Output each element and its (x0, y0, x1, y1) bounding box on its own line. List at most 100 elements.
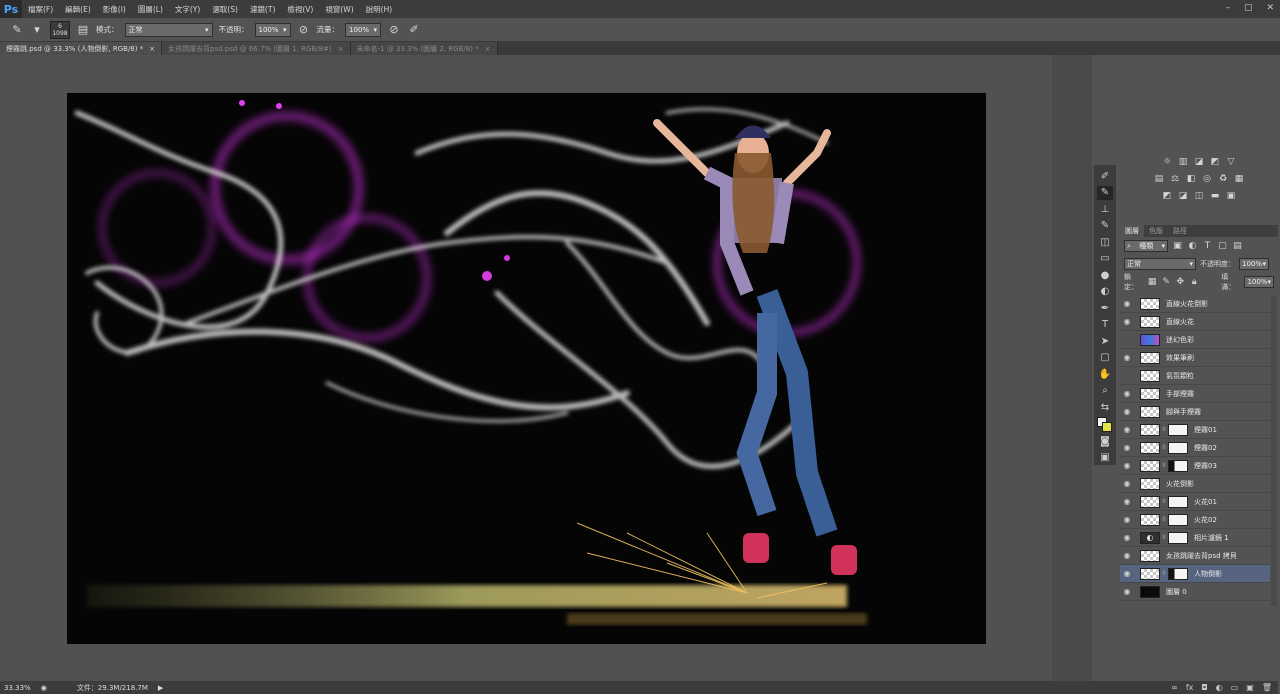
brightness-icon[interactable]: ☼ (1162, 156, 1173, 167)
pressure-opacity-icon[interactable]: ⊘ (297, 23, 311, 37)
layer-row[interactable]: ◉ 女孩跳躍去背psd 拷貝 (1120, 547, 1270, 565)
eye-icon[interactable]: ◉ (1120, 479, 1134, 488)
tab-close-icon[interactable]: × (485, 45, 491, 53)
menu-window[interactable]: 視窗(W) (319, 4, 359, 15)
eye-icon[interactable]: ◉ (1120, 443, 1134, 452)
vibrance-icon[interactable]: ▽ (1226, 156, 1237, 167)
selective-color-icon[interactable]: ▣ (1226, 190, 1237, 201)
layer-row[interactable]: ◉ 氣氛顆粒 (1120, 367, 1270, 385)
fill-input[interactable]: 100% ▾ (1244, 276, 1274, 288)
lock-transparency-icon[interactable]: ▦ (1147, 277, 1157, 288)
menu-type[interactable]: 文字(Y) (169, 4, 206, 15)
eye-icon[interactable]: ◉ (1120, 461, 1134, 470)
layer-row[interactable]: ◉ 8 煙霧02 (1120, 439, 1270, 457)
menu-image[interactable]: 影像(I) (97, 4, 132, 15)
lock-position-icon[interactable]: ✥ (1175, 277, 1185, 288)
layer-row[interactable]: ◉ 手部煙霧 (1120, 385, 1270, 403)
eye-icon[interactable]: ◉ (1120, 425, 1134, 434)
eye-icon[interactable]: ◉ (1120, 353, 1134, 362)
layer-row[interactable]: ◉ 直線火花 (1120, 313, 1270, 331)
tab-document-3[interactable]: 未命名-1 @ 33.3% (圖層 2, RGB/8) * × (350, 42, 498, 55)
black-white-icon[interactable]: ◧ (1186, 173, 1197, 184)
exposure-icon[interactable]: ◩ (1210, 156, 1221, 167)
menu-help[interactable]: 說明(H) (360, 4, 399, 15)
clone-stamp-icon[interactable]: ⊥ (1097, 202, 1113, 217)
brush-size-picker[interactable]: 6 1098 (50, 20, 70, 39)
menu-select[interactable]: 選取(S) (206, 4, 244, 15)
curves-icon[interactable]: ◪ (1194, 156, 1205, 167)
layer-mask[interactable] (1168, 531, 1188, 544)
screen-mode-icon[interactable]: ▣ (1097, 450, 1113, 465)
close-button[interactable]: ✕ (1266, 3, 1274, 13)
eye-icon[interactable]: ◉ (1120, 515, 1134, 524)
eye-icon[interactable]: ◉ (1120, 371, 1134, 380)
layer-row[interactable]: ◉ 迷幻色彩 (1120, 331, 1270, 349)
photo-filter-icon[interactable]: ◎ (1202, 173, 1213, 184)
brush-tool-icon[interactable]: ✎ (1097, 185, 1113, 200)
layer-mask[interactable] (1168, 459, 1188, 472)
minimize-button[interactable]: – (1225, 3, 1230, 13)
eye-icon[interactable]: ◉ (1120, 317, 1134, 326)
channel-mixer-icon[interactable]: ♻ (1218, 173, 1229, 184)
delete-layer-icon[interactable]: 🗑︎ (1262, 683, 1272, 692)
layer-row[interactable]: ◉ 8 火花02 (1120, 511, 1270, 529)
flow-input[interactable]: 100% ▾ (345, 22, 381, 37)
filter-pixel-icon[interactable]: ▣ (1172, 241, 1183, 252)
eye-icon[interactable]: ◉ (1120, 497, 1134, 506)
tab-document-2[interactable]: 女孩跳躍去背psd.psd @ 66.7% (圖層 1, RGB/8#) × (162, 42, 351, 55)
menu-file[interactable]: 檔案(F) (22, 4, 59, 15)
levels-icon[interactable]: ▥ (1178, 156, 1189, 167)
menu-layer[interactable]: 圖層(L) (132, 4, 169, 15)
canvas-area[interactable] (0, 55, 1052, 681)
color-lookup-icon[interactable]: ▦ (1234, 173, 1245, 184)
eye-icon[interactable]: ◉ (1120, 551, 1134, 560)
status-info-icon[interactable]: ◉ (41, 684, 47, 692)
blur-icon[interactable]: ● (1097, 268, 1113, 283)
layer-mask[interactable] (1168, 513, 1188, 526)
zoom-level[interactable]: 33.33% (4, 684, 31, 692)
layer-mask[interactable] (1168, 441, 1188, 454)
eye-icon[interactable]: ◉ (1120, 407, 1134, 416)
layers-scrollbar[interactable] (1271, 296, 1277, 606)
shape-icon[interactable]: ▢ (1097, 351, 1113, 366)
zoom-icon[interactable]: ⌕ (1097, 384, 1113, 399)
color-balance-icon[interactable]: ⚖ (1170, 173, 1181, 184)
tab-channels[interactable]: 色版 (1144, 225, 1168, 237)
filter-type-icon[interactable]: T (1202, 241, 1213, 252)
path-selection-icon[interactable]: ➤ (1097, 334, 1113, 349)
airbrush-icon[interactable]: ⊘ (387, 23, 401, 37)
layer-opacity-input[interactable]: 100% ▾ (1239, 258, 1269, 270)
lock-pixels-icon[interactable]: ✎ (1161, 277, 1171, 288)
layer-row[interactable]: ◉ 圖層 0 (1120, 583, 1270, 601)
eye-icon[interactable]: ◉ (1120, 299, 1134, 308)
spot-healing-icon[interactable]: ✐ (1097, 169, 1113, 184)
maximize-button[interactable]: ▢ (1244, 3, 1253, 13)
gradient-map-icon[interactable]: ▬ (1210, 190, 1221, 201)
swap-colors-icon[interactable]: ⇆ (1097, 400, 1113, 415)
document-canvas[interactable] (67, 93, 986, 644)
layer-row[interactable]: ◉ 8 煙霧03 (1120, 457, 1270, 475)
dodge-icon[interactable]: ◐ (1097, 285, 1113, 300)
filter-smart-icon[interactable]: ▤ (1232, 241, 1243, 252)
filter-shape-icon[interactable]: ▢ (1217, 241, 1228, 252)
tool-preset-dropdown-icon[interactable]: ▾ (30, 23, 44, 37)
layer-row[interactable]: ◉ ◐ 8 相片濾鏡 1 (1120, 529, 1270, 547)
eye-icon[interactable]: ◉ (1120, 533, 1134, 542)
invert-icon[interactable]: ◩ (1162, 190, 1173, 201)
new-layer-icon[interactable]: ▣ (1246, 683, 1254, 692)
layer-row[interactable]: ◉ 8 煙霧01 (1120, 421, 1270, 439)
background-color-swatch[interactable] (1102, 421, 1112, 432)
layer-row[interactable]: ◉ 直線火花倒影 (1120, 295, 1270, 313)
filter-adjust-icon[interactable]: ◐ (1187, 241, 1198, 252)
layer-filter-select[interactable]: ⌕ 種類 ▾ (1124, 240, 1168, 252)
layer-row[interactable]: ◉ 8 火花01 (1120, 493, 1270, 511)
pressure-size-icon[interactable]: ✐ (407, 23, 421, 37)
eraser-icon[interactable]: ◫ (1097, 235, 1113, 250)
lock-all-icon[interactable]: 🔒︎ (1189, 277, 1199, 288)
layer-mask[interactable] (1168, 495, 1188, 508)
threshold-icon[interactable]: ◫ (1194, 190, 1205, 201)
hue-saturation-icon[interactable]: ▤ (1154, 173, 1165, 184)
pen-icon[interactable]: ✒ (1097, 301, 1113, 316)
tab-close-icon[interactable]: × (149, 45, 155, 53)
layer-row[interactable]: ◉ 腳與手煙霧 (1120, 403, 1270, 421)
